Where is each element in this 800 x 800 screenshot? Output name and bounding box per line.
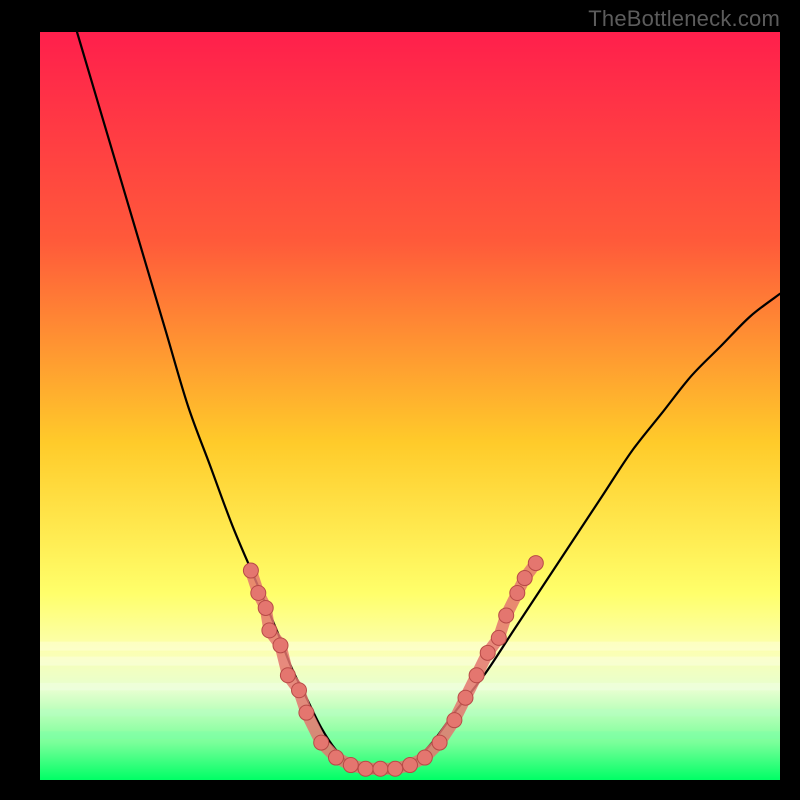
chart-frame: TheBottleneck.com — [0, 0, 800, 800]
data-marker — [447, 713, 462, 728]
plot-area — [40, 32, 780, 780]
gradient-stripe — [40, 709, 780, 717]
data-marker — [491, 630, 506, 645]
watermark-text: TheBottleneck.com — [588, 6, 780, 32]
data-marker — [528, 556, 543, 571]
data-marker — [469, 668, 484, 683]
data-marker — [510, 586, 525, 601]
data-marker — [292, 683, 307, 698]
data-marker — [273, 638, 288, 653]
data-marker — [517, 571, 532, 586]
gradient-stripe — [40, 683, 780, 691]
data-marker — [499, 608, 514, 623]
data-marker — [299, 705, 314, 720]
data-marker — [251, 586, 266, 601]
data-marker — [373, 761, 388, 776]
data-marker — [403, 758, 418, 773]
data-marker — [358, 761, 373, 776]
data-marker — [388, 761, 403, 776]
data-marker — [314, 735, 329, 750]
gradient-stripe — [40, 731, 780, 739]
data-marker — [343, 758, 358, 773]
gradient-stripe — [40, 642, 780, 651]
data-marker — [432, 735, 447, 750]
data-marker — [280, 668, 295, 683]
chart-svg — [40, 32, 780, 780]
data-marker — [329, 750, 344, 765]
gradient-stripe — [40, 657, 780, 666]
data-marker — [243, 563, 258, 578]
data-marker — [458, 690, 473, 705]
data-marker — [480, 645, 495, 660]
data-marker — [417, 750, 432, 765]
bottom-bands — [40, 642, 780, 739]
data-marker — [258, 600, 273, 615]
data-marker — [262, 623, 277, 638]
